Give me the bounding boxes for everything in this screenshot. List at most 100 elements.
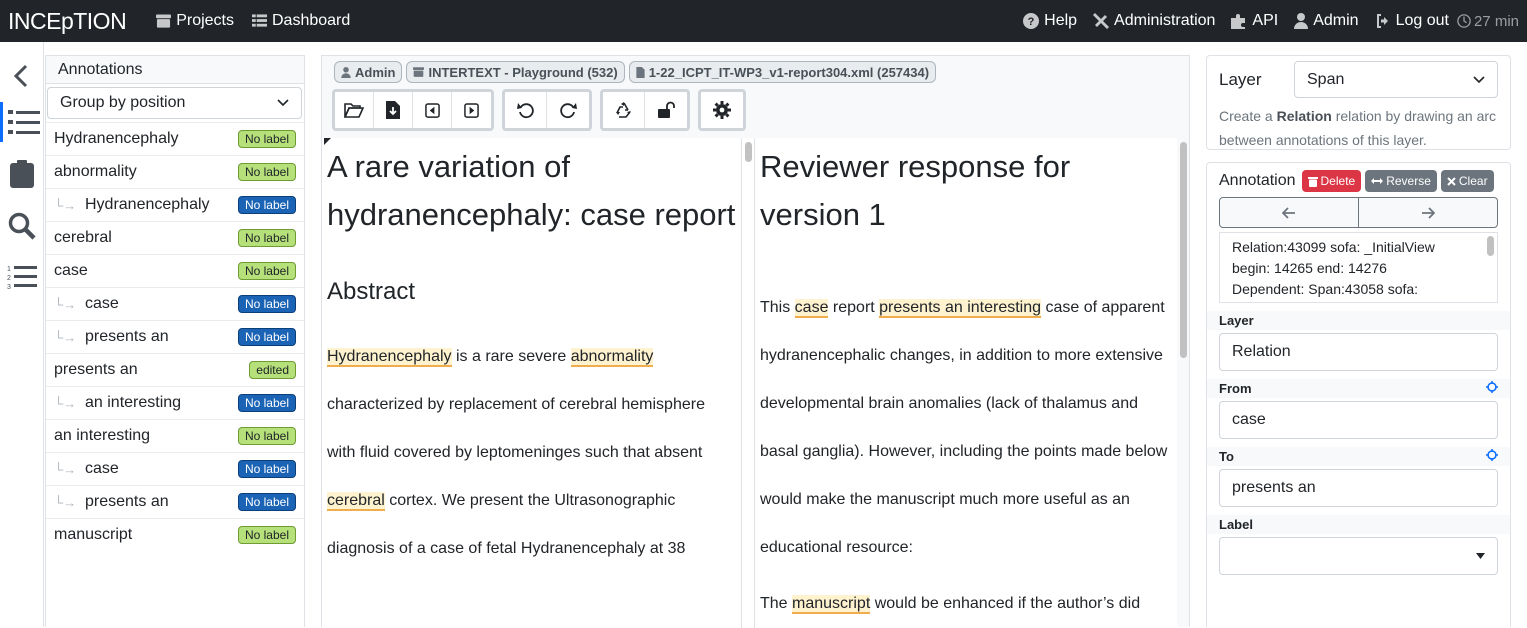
- clear-button[interactable]: Clear: [1440, 170, 1494, 192]
- search-icon: [8, 212, 36, 240]
- open-document-button[interactable]: [335, 92, 374, 128]
- nav-logout-label: Log out: [1395, 12, 1449, 29]
- brand-logo[interactable]: INCEpTION: [8, 8, 127, 35]
- document-view-divider[interactable]: [741, 138, 755, 628]
- to-field-label: To: [1219, 449, 1234, 464]
- clock-icon: [1457, 14, 1471, 28]
- list-item-label: case: [54, 262, 88, 279]
- reverse-button-label: Reverse: [1386, 174, 1431, 188]
- select-to-button[interactable]: [1486, 449, 1498, 464]
- document-view-right[interactable]: Reviewer response for version 1 This cas…: [755, 138, 1177, 628]
- export-document-button[interactable]: [374, 92, 413, 128]
- span-annotation[interactable]: abnormality: [570, 348, 654, 367]
- list-item-label: Hydranencephaly: [54, 130, 179, 147]
- redo-button[interactable]: [547, 92, 589, 128]
- lock-toggle-button[interactable]: [645, 92, 687, 128]
- breadcrumb-project[interactable]: INTERTEXT - Playground (532): [406, 61, 625, 83]
- label-select[interactable]: [1219, 537, 1498, 575]
- to-field-value-box[interactable]: presents an: [1219, 469, 1498, 507]
- nav-projects[interactable]: Projects: [156, 12, 234, 30]
- document-line: diagnosis of a case of fetal Hydranencep…: [327, 540, 686, 557]
- undo-icon: [516, 103, 534, 119]
- span-annotation[interactable]: case: [794, 299, 829, 318]
- scrollbar-thumb-right[interactable]: [1180, 142, 1187, 358]
- list-item-label: cerebral: [54, 229, 112, 246]
- layer-select[interactable]: Span: [1294, 61, 1498, 98]
- rail-clipboard-button[interactable]: [0, 154, 44, 194]
- from-field-value-box[interactable]: case: [1219, 401, 1498, 439]
- breadcrumb-document[interactable]: 1-22_ICPT_IT-WP3_v1-report304.xml (25743…: [628, 61, 937, 83]
- list-item[interactable]: manuscript No label: [46, 518, 304, 551]
- text-run: The: [760, 595, 793, 612]
- crosshair-icon: [1486, 381, 1498, 393]
- span-annotation[interactable]: presents an interesting: [879, 299, 1042, 318]
- list-item[interactable]: abnormality No label: [46, 155, 304, 188]
- reset-document-button[interactable]: [603, 92, 645, 128]
- span-annotation[interactable]: cerebral: [327, 492, 385, 511]
- trash-icon: [1307, 176, 1318, 187]
- list-item[interactable]: cerebral No label: [46, 221, 304, 254]
- undo-button[interactable]: [505, 92, 547, 128]
- list-item[interactable]: └→ an interesting No label: [46, 386, 304, 419]
- recycle-icon: [615, 102, 631, 118]
- next-document-button[interactable]: [452, 92, 491, 128]
- nav-dashboard[interactable]: Dashboard: [251, 12, 350, 30]
- nav-help[interactable]: ? Help: [1023, 12, 1077, 30]
- rail-search-button[interactable]: [0, 206, 44, 246]
- info-line: begin: 14265 end: 14276: [1232, 260, 1387, 276]
- reverse-button[interactable]: Reverse: [1365, 170, 1437, 192]
- chevron-down-icon: [1473, 75, 1485, 83]
- list-item[interactable]: └→ Hydranencephaly No label: [46, 188, 304, 221]
- nav-user[interactable]: Admin: [1294, 12, 1359, 30]
- status-badge: No label: [237, 427, 296, 445]
- archive-icon: [156, 14, 172, 28]
- group-by-value: Group by position: [60, 94, 186, 111]
- list-item[interactable]: presents an edited: [46, 353, 304, 386]
- list-item[interactable]: an interesting No label: [46, 419, 304, 452]
- nav-logout[interactable]: Log out: [1375, 12, 1449, 30]
- nav-api[interactable]: API: [1231, 12, 1278, 30]
- annotation-list: Hydranencephaly No label abnormality No lab…: [46, 122, 304, 551]
- document-view-left[interactable]: A rare variation of hydranencephaly: cas…: [322, 138, 741, 628]
- list-item-label: abnormality: [54, 163, 137, 180]
- next-annotation-button[interactable]: [1359, 198, 1497, 227]
- svg-text:?: ?: [1028, 16, 1035, 28]
- document-toolbar: [332, 89, 746, 131]
- scrollbar-thumb-left[interactable]: [745, 142, 752, 162]
- session-timer-value: 27 min: [1473, 12, 1519, 30]
- span-annotation[interactable]: manuscript: [792, 595, 871, 614]
- annotation-info-box[interactable]: Relation:43099 sofa: _InitialView begin:…: [1219, 232, 1498, 303]
- previous-annotation-button[interactable]: [1220, 198, 1359, 227]
- status-badge: No label: [237, 163, 296, 181]
- svg-text:1: 1: [7, 266, 11, 273]
- layer-field-label: Layer: [1219, 313, 1254, 328]
- info-line: Dependent: Span:43058 sofa:: [1232, 281, 1419, 297]
- list-item[interactable]: └→ case No label: [46, 452, 304, 485]
- delete-button-label: Delete: [1320, 174, 1356, 188]
- document-line: The manuscript would be enhanced if the …: [760, 580, 1177, 628]
- breadcrumb-user[interactable]: Admin: [334, 61, 403, 83]
- document-line: would make the manuscript much more usef…: [760, 491, 1130, 508]
- list-item[interactable]: └→ case No label: [46, 287, 304, 320]
- nav-administration[interactable]: Administration: [1093, 12, 1215, 30]
- rail-annotations-button[interactable]: [0, 102, 44, 142]
- rail-ordered-list-button[interactable]: 1 2 3: [0, 257, 44, 297]
- status-badge: edited: [249, 361, 296, 379]
- list-item[interactable]: └→ presents an No label: [46, 485, 304, 518]
- list-item[interactable]: case No label: [46, 254, 304, 287]
- info-line: Relation:43099 sofa: _InitialView: [1232, 239, 1435, 255]
- previous-document-button[interactable]: [413, 92, 452, 128]
- folder-open-icon: [344, 103, 364, 118]
- collapse-sidebar-button[interactable]: [0, 56, 44, 96]
- delete-button[interactable]: Delete: [1301, 170, 1362, 192]
- group-by-select[interactable]: Group by position: [47, 87, 302, 119]
- settings-button[interactable]: [701, 92, 743, 128]
- list-item[interactable]: Hydranencephaly No label: [46, 122, 304, 155]
- question-circle-icon: ?: [1023, 13, 1040, 29]
- list-item[interactable]: └→ presents an No label: [46, 320, 304, 353]
- info-scrollbar-thumb[interactable]: [1487, 236, 1494, 256]
- layer-field-value-box: Relation: [1219, 333, 1498, 371]
- select-from-button[interactable]: [1486, 381, 1498, 396]
- span-annotation[interactable]: Hydranencephaly: [327, 348, 452, 367]
- close-icon: [1447, 176, 1456, 186]
